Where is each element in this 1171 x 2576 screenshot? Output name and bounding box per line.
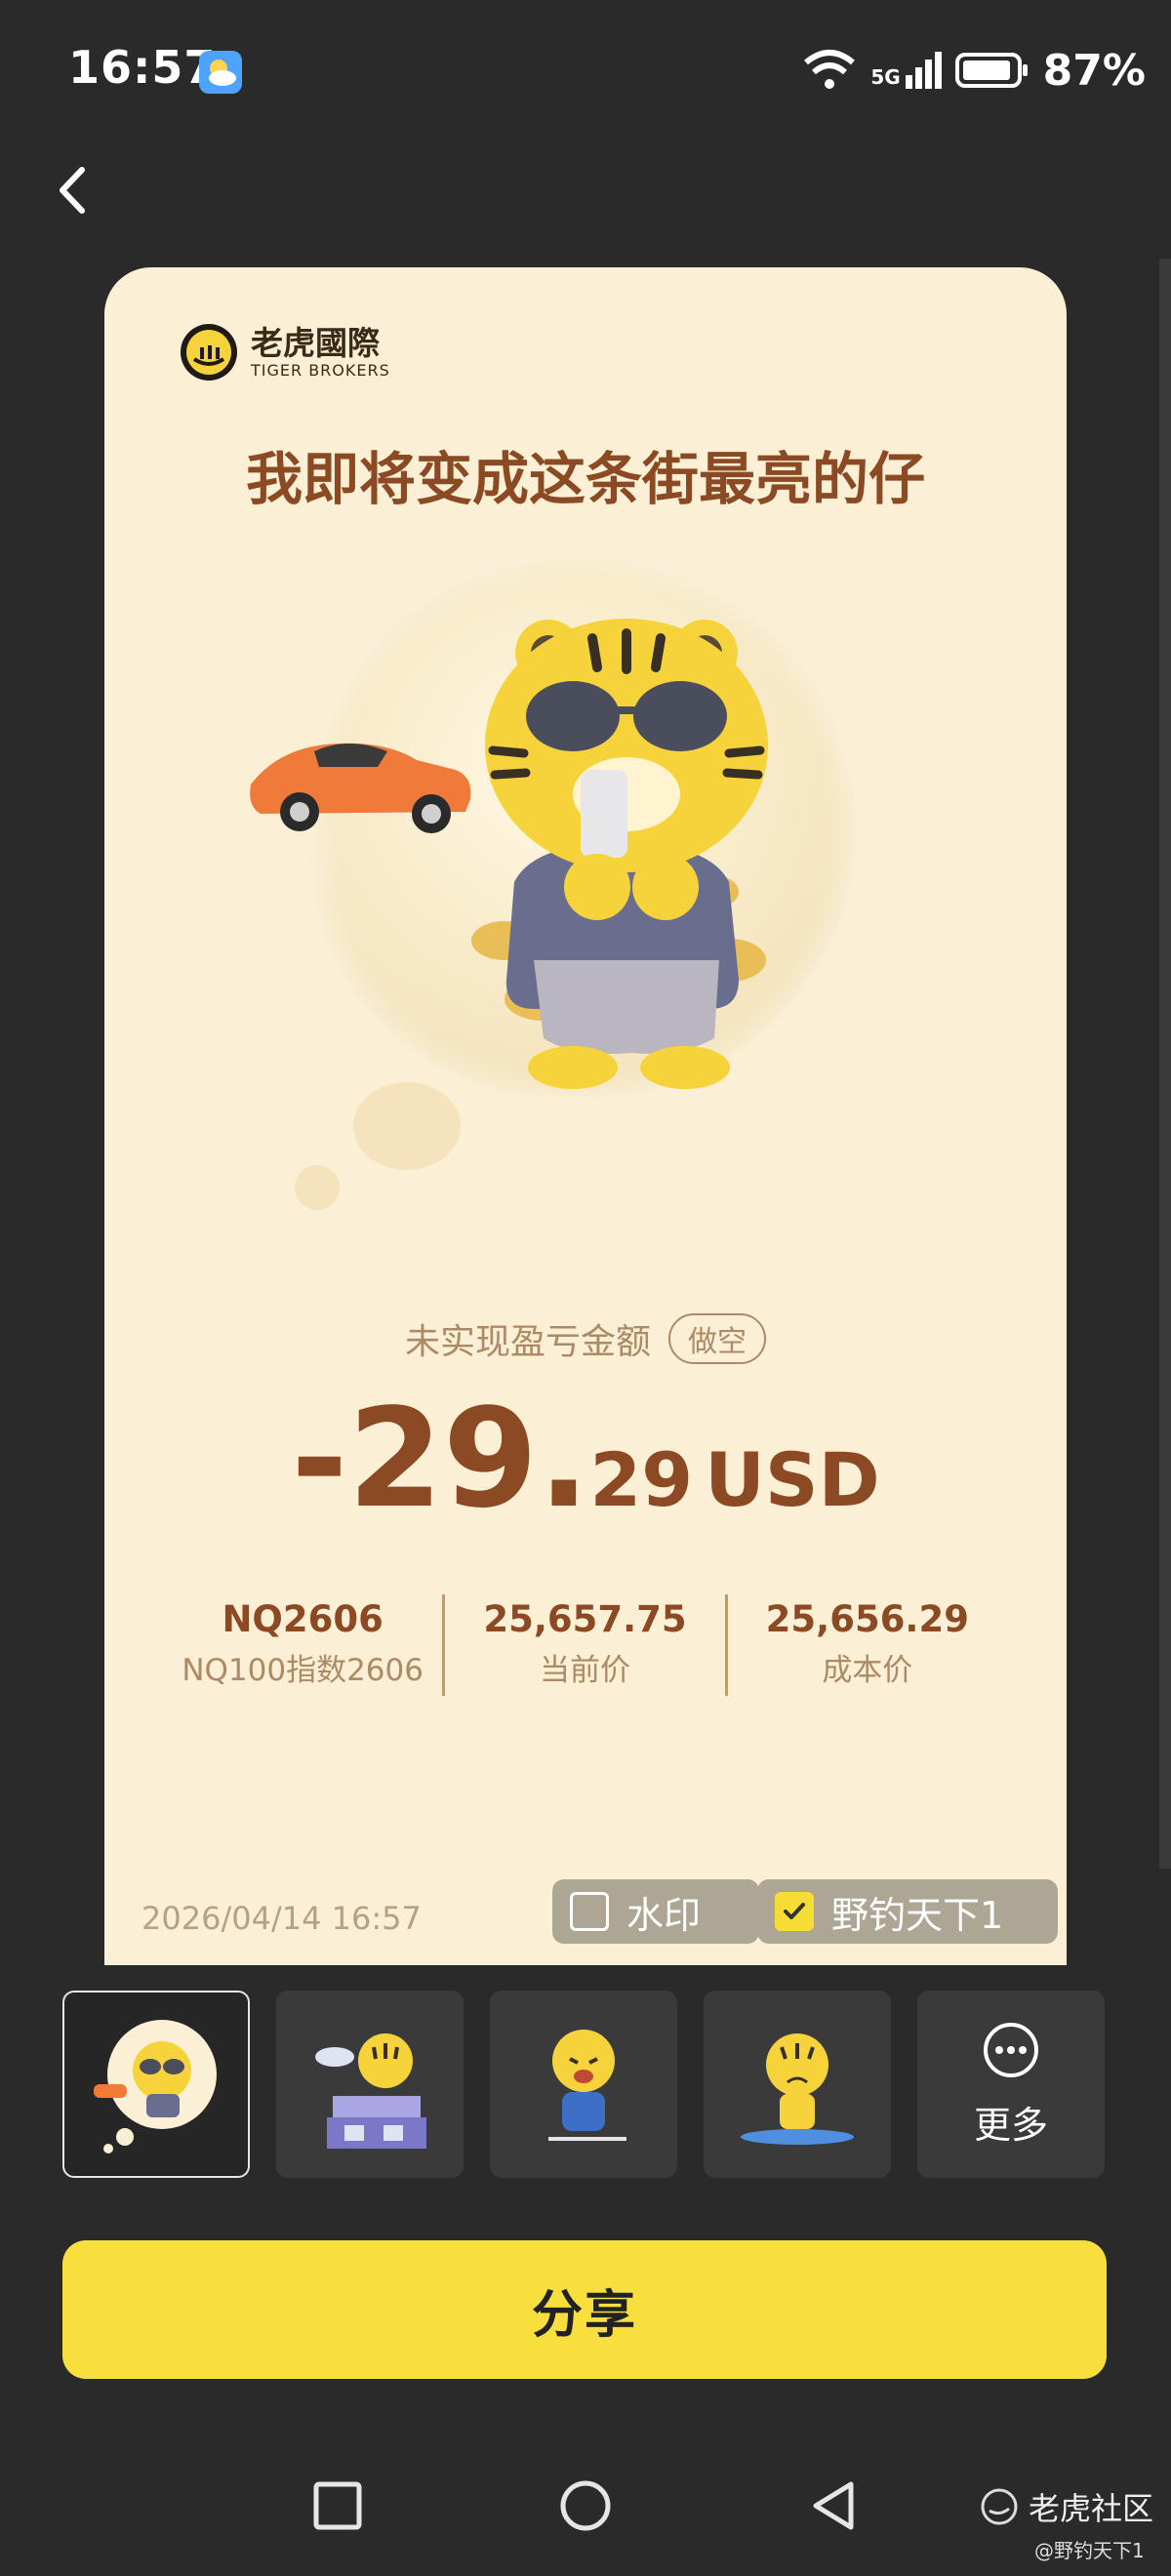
stat-value: NQ2606	[222, 1598, 384, 1640]
template-thumb-tiger-building[interactable]	[276, 1991, 464, 2178]
card-timestamp: 2026/04/14 16:57	[141, 1900, 422, 1937]
sad-tiger-thumb-icon	[741, 2033, 854, 2145]
community-watermark: 老虎社区	[980, 2484, 1153, 2529]
chevron-left-icon	[60, 167, 85, 214]
stat-value: 25,656.29	[765, 1598, 969, 1640]
recent-apps-icon[interactable]	[310, 2478, 365, 2533]
tiger-logo-icon	[181, 324, 237, 381]
home-icon[interactable]	[558, 2478, 613, 2533]
amount-currency: USD	[705, 1436, 880, 1523]
watermark-checkbox[interactable]: 水印	[552, 1879, 759, 1944]
battery-icon	[954, 53, 1028, 88]
crying-tiger-thumb-icon	[548, 2030, 626, 2141]
community-logo-icon	[981, 2488, 1018, 2525]
brand-logo: 老虎國際 TIGER BROKERS	[179, 322, 390, 382]
back-button[interactable]	[39, 156, 107, 224]
signal-icon: 5G	[870, 52, 942, 89]
more-label: 更多	[973, 2103, 1048, 2147]
stat-label: 成本价	[822, 1653, 913, 1688]
thought-bubble-small	[295, 1165, 340, 1210]
status-icons: 5G 87%	[802, 41, 1146, 100]
brand-name: 老虎國際	[251, 323, 380, 362]
network-type: 5G	[870, 65, 901, 89]
tiger-mascot-illustration	[250, 619, 768, 1089]
more-dots-icon	[984, 2022, 1038, 2077]
battery-percent: 87%	[1042, 45, 1146, 96]
community-name: 老虎社区	[1029, 2490, 1154, 2527]
tiger-sunglasses-thumb-icon	[94, 2020, 217, 2153]
wifi-icon	[804, 50, 856, 89]
share-card: 老虎國際 TIGER BROKERS 我即将变成这条街最亮的仔 未实现盈亏金额 …	[104, 267, 1067, 1965]
pl-amount: -29.29 USD	[104, 1380, 1067, 1539]
community-user: @野钓天下1	[1034, 2539, 1145, 2562]
stat-current-price: 25,657.75 当前价	[442, 1594, 724, 1696]
more-templates-button[interactable]: 更多	[917, 1991, 1105, 2178]
status-time: 16:57	[68, 41, 217, 94]
stat-label: 当前价	[539, 1653, 630, 1688]
thought-bubble	[353, 1082, 461, 1170]
amount-decimal: 29	[589, 1436, 694, 1523]
share-label: 分享	[531, 2285, 637, 2345]
amount-integer: -29.	[291, 1380, 590, 1539]
pl-label: 未实现盈亏金额	[404, 1322, 651, 1362]
brand-subtitle: TIGER BROKERS	[251, 360, 390, 380]
template-thumb-cool-tiger[interactable]	[62, 1991, 250, 2178]
checkbox-unchecked-icon	[570, 1892, 609, 1931]
template-thumb-sad-tiger[interactable]	[704, 1991, 891, 2178]
stat-contract: NQ2606 NQ100指数2606	[163, 1594, 442, 1696]
pl-label-row: 未实现盈亏金额 做空	[104, 1313, 1067, 1364]
stat-label: NQ100指数2606	[182, 1653, 424, 1688]
stats-row: NQ2606 NQ100指数2606 25,657.75 当前价 25,656.…	[163, 1594, 1007, 1696]
checkbox-checked-icon	[775, 1892, 814, 1931]
watermark-label: 水印	[626, 1893, 702, 1937]
username-label: 野钓天下1	[831, 1893, 1004, 1937]
back-nav-icon[interactable]	[806, 2478, 861, 2533]
tiger-building-thumb-icon	[315, 2033, 426, 2149]
direction-badge: 做空	[668, 1313, 766, 1364]
scrollbar[interactable]	[1159, 259, 1171, 1869]
card-headline: 我即将变成这条街最亮的仔	[245, 446, 925, 512]
template-thumb-crying-tiger[interactable]	[490, 1991, 677, 2178]
car-icon	[250, 743, 471, 833]
weather-icon	[199, 51, 242, 94]
username-checkbox[interactable]: 野钓天下1	[757, 1879, 1058, 1944]
share-button[interactable]: 分享	[62, 2240, 1107, 2379]
stat-cost-price: 25,656.29 成本价	[724, 1594, 1007, 1696]
stat-value: 25,657.75	[483, 1598, 687, 1640]
